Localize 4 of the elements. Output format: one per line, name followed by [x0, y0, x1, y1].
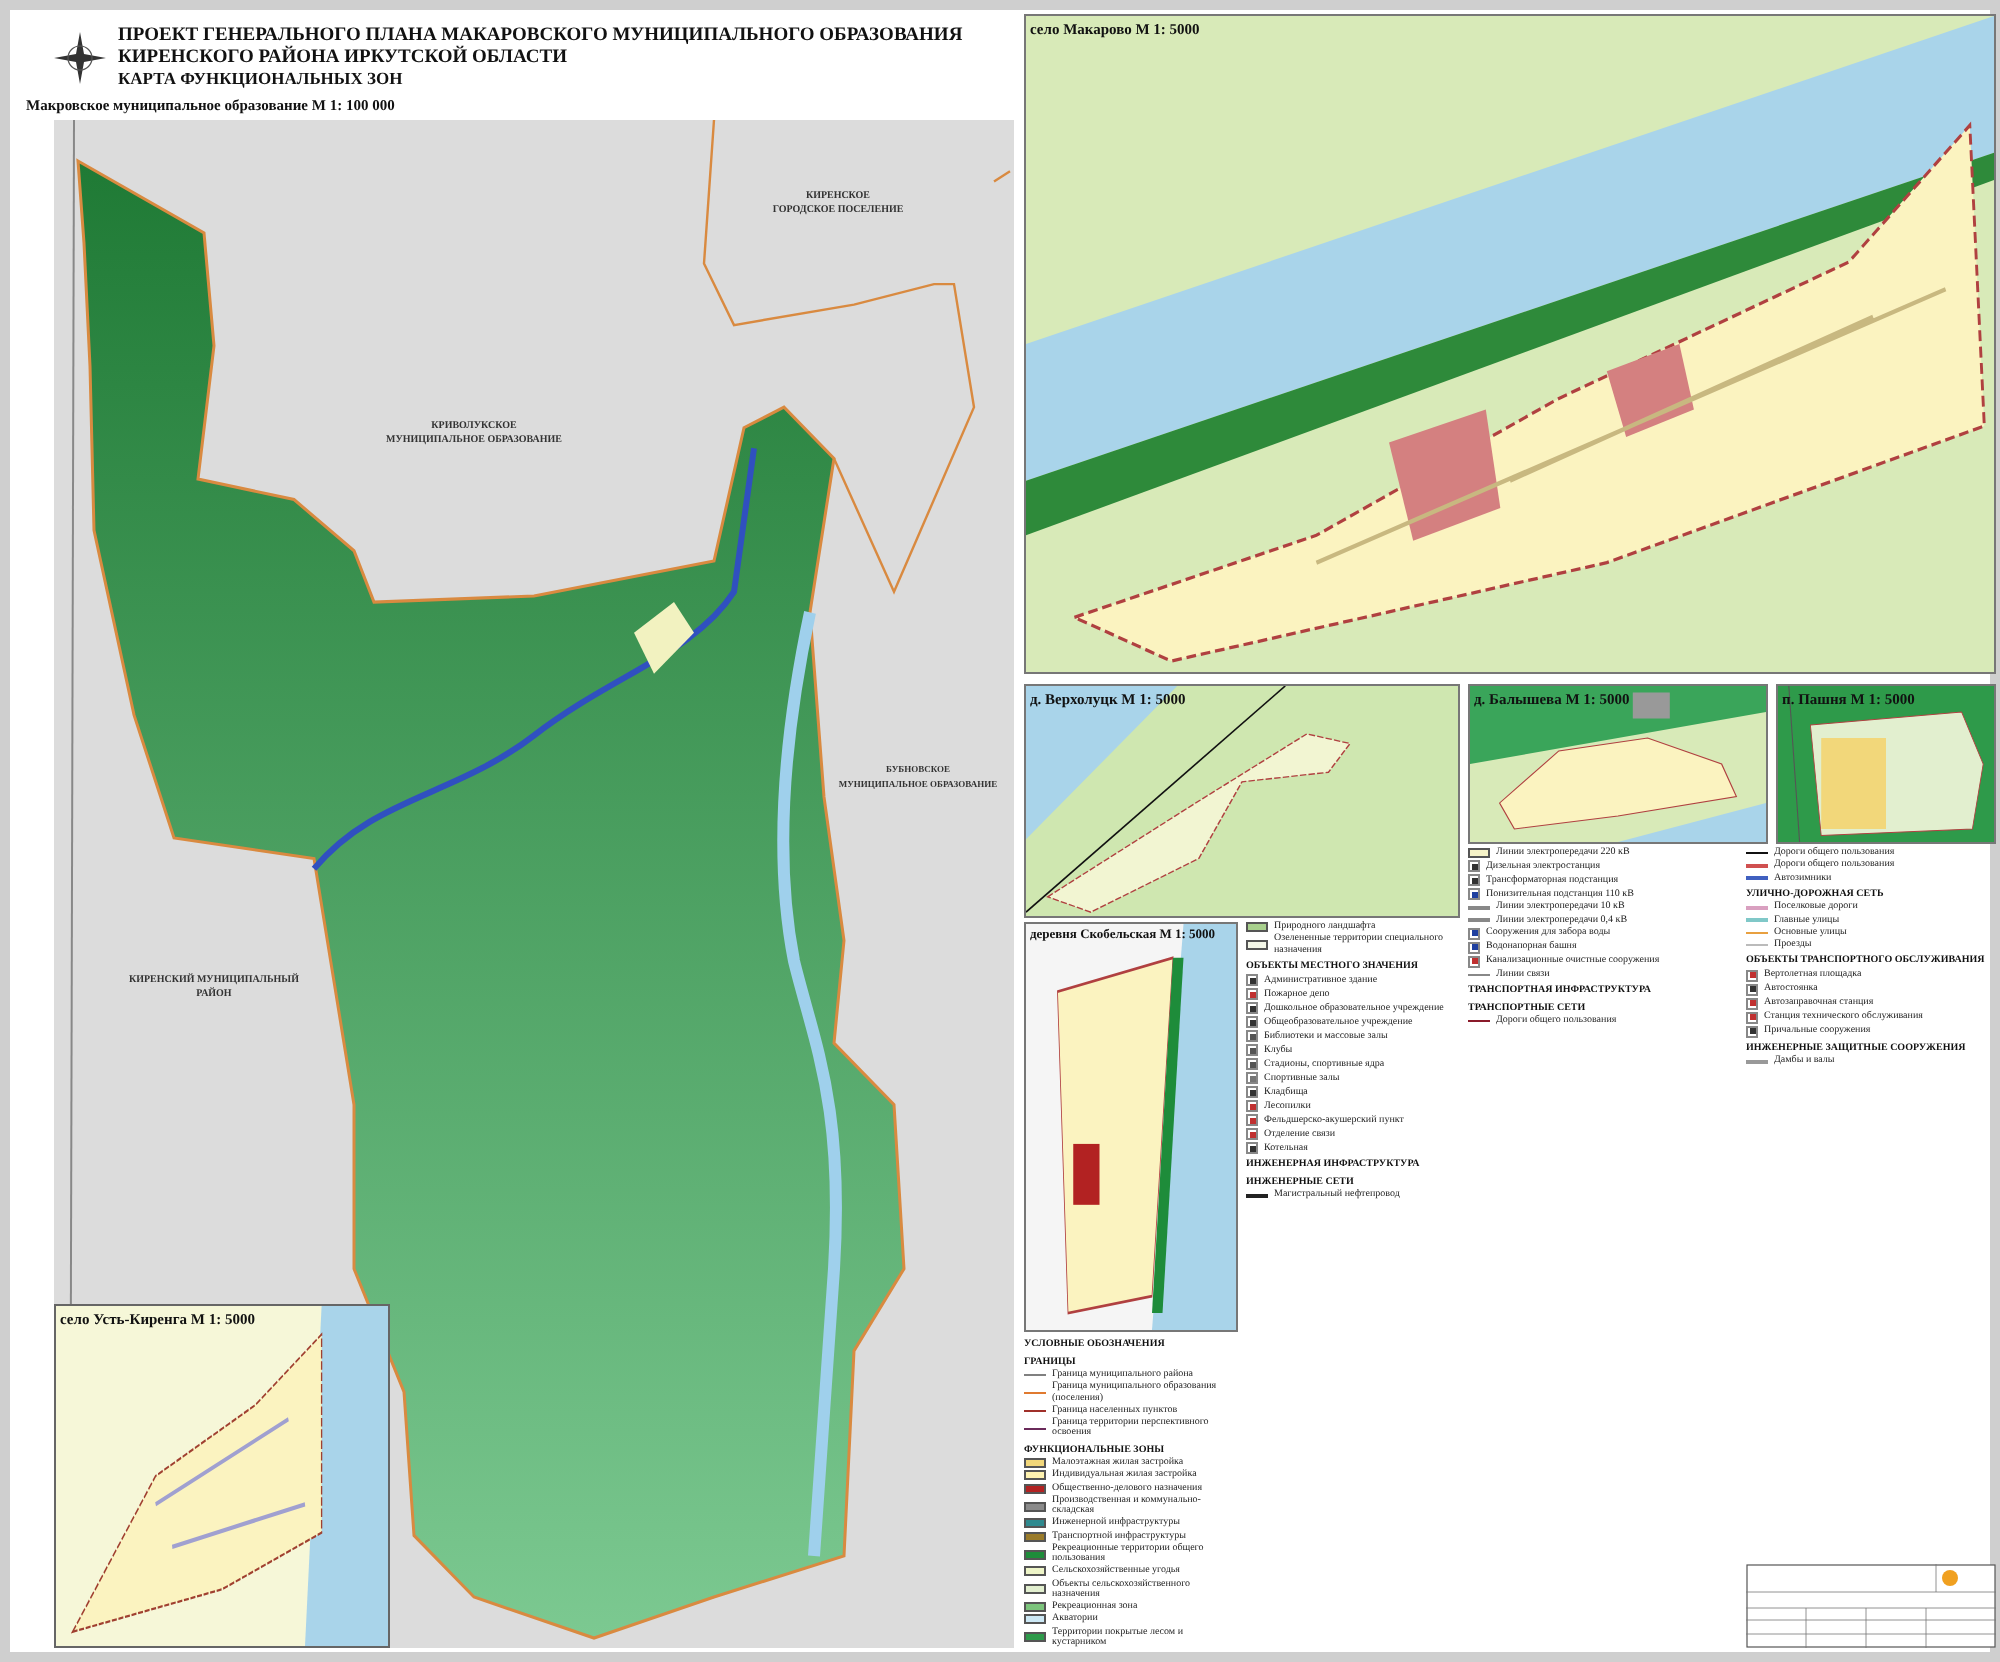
map-title: ПРОЕКТ ГЕНЕРАЛЬНОГО ПЛАНА МАКАРОВСКОГО МУНИЦИПАЛЬНОГО ОБРАЗОВАНИЯ: [118, 26, 963, 46]
map-title: КАРТА ФУНКЦИОНАЛЬНЫХ ЗОН: [118, 69, 405, 90]
map-title: КИРЕНСКОГО РАЙОНА ИРКУТСКОЙ ОБЛАСТИ: [118, 47, 569, 70]
compass-rose-icon: [54, 31, 106, 84]
